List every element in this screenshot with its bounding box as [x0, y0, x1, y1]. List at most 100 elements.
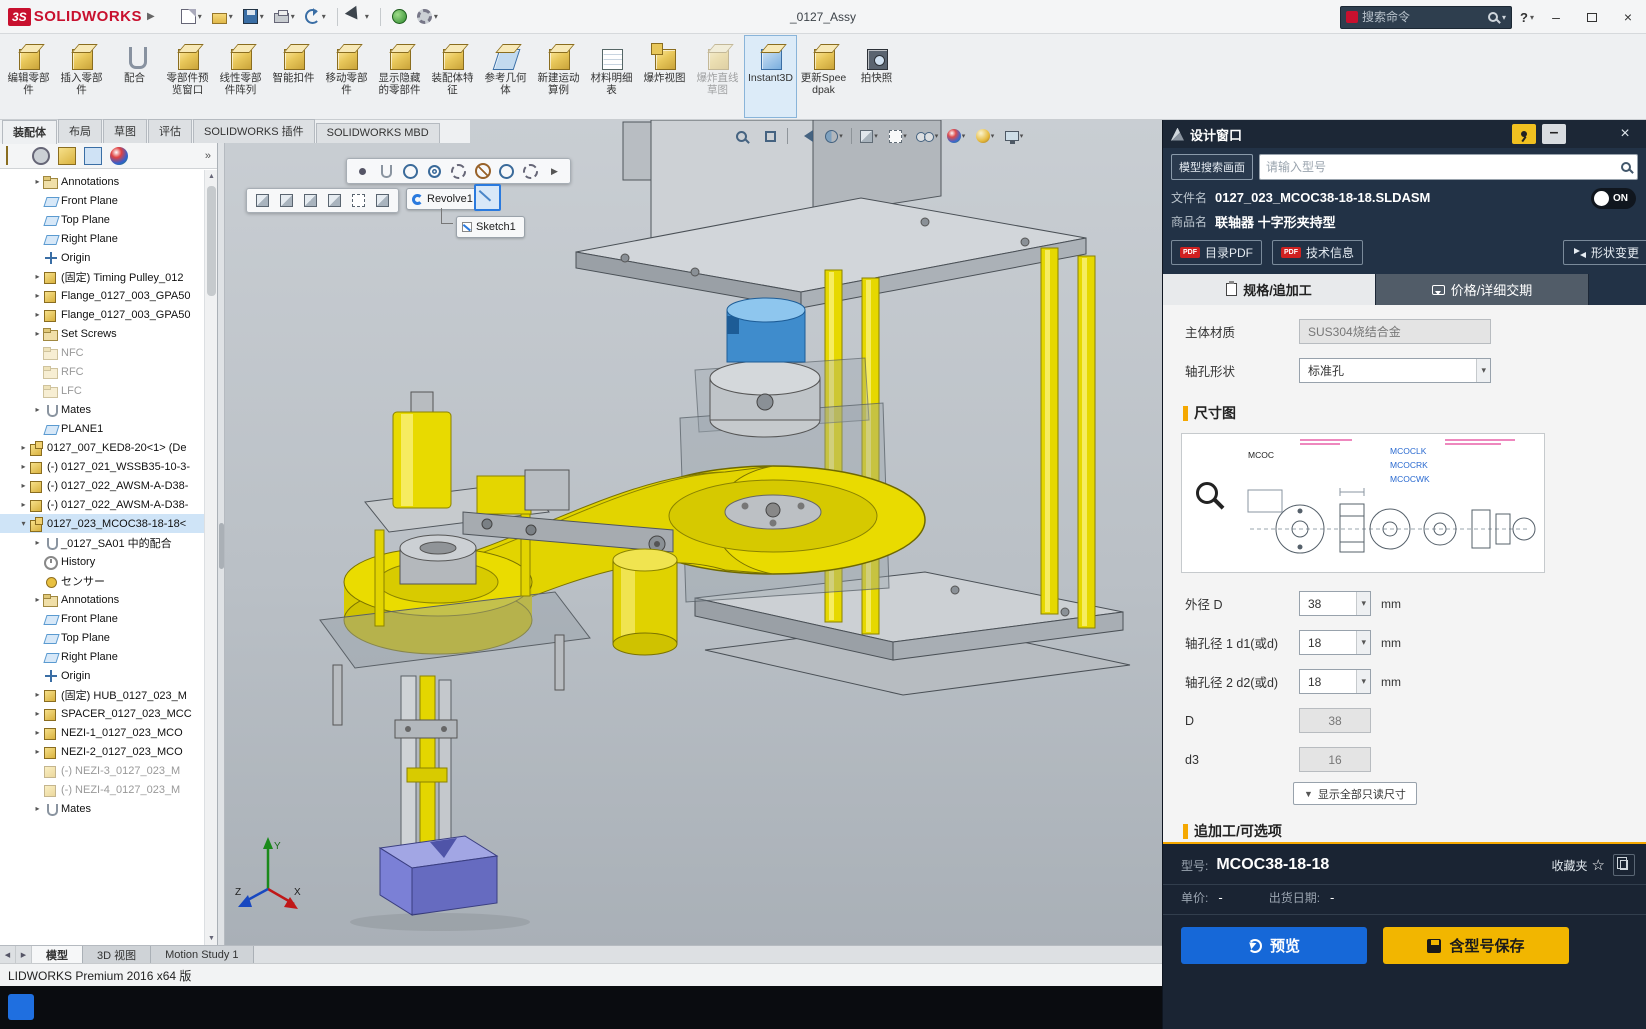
section-view-icon[interactable]: ▾ — [822, 125, 846, 147]
isometric-view-icon[interactable] — [252, 191, 273, 211]
sketch-chip[interactable]: Sketch1 — [456, 216, 525, 238]
zoom-area-icon[interactable] — [758, 125, 782, 147]
expand-arrow-icon[interactable]: ▾ — [18, 519, 29, 528]
panel-minimize-button[interactable]: – — [1542, 124, 1566, 144]
tree-item-part[interactable]: (-) NEZI-3_0127_023_M — [0, 761, 204, 780]
view-tab[interactable]: 3D 视图 — [83, 946, 152, 963]
mate-icon[interactable] — [376, 161, 397, 181]
expand-arrow-icon[interactable]: ▸ — [32, 329, 43, 338]
save-with-model-button[interactable]: 含型号保存 — [1383, 927, 1569, 964]
scroll-up-icon[interactable]: ▲ — [205, 170, 217, 183]
ribbon-button-snapshot[interactable]: 拍快照 — [850, 35, 903, 118]
expand-arrow-icon[interactable]: ▸ — [32, 804, 43, 813]
hide-show-items-icon[interactable]: ▾ — [915, 125, 939, 147]
save-button[interactable]: ▾ — [239, 6, 268, 27]
expand-arrow-icon[interactable]: ▸ — [32, 709, 43, 718]
command-search-input[interactable] — [1362, 10, 1485, 24]
expand-arrow-icon[interactable]: ▸ — [32, 747, 43, 756]
view-tab[interactable]: Motion Study 1 — [151, 946, 254, 963]
tree-item-plane[interactable]: Front Plane — [0, 609, 204, 628]
ribbon-button-motion-study[interactable]: 新建运动算例 — [532, 35, 585, 118]
splitter-handle[interactable] — [219, 523, 224, 569]
apply-scene-icon[interactable]: ▾ — [973, 125, 997, 147]
tree-item-folder[interactable]: LFC — [0, 381, 204, 400]
tree-item-asm[interactable]: ▾ 0127_023_MCOC38-18-18< — [0, 514, 204, 533]
tree-item-part[interactable]: (-) NEZI-4_0127_023_M — [0, 780, 204, 799]
advanced-mate-icon[interactable] — [520, 161, 541, 181]
ribbon-button-assembly-features[interactable]: 装配体特征 — [426, 35, 479, 118]
ribbon-button-component-preview[interactable]: 零部件预览窗口 — [161, 35, 214, 118]
3d-viewport[interactable]: ▾ ▾ ▾ ▾ ▾ ▾ ▾ ▶ Revolve1 Sketch1 Y X Z — [225, 120, 1162, 945]
show-all-dims-button[interactable]: ▼ 显示全部只读尺寸 — [1293, 782, 1417, 805]
tree-item-folder-a[interactable]: ▸ Annotations — [0, 172, 204, 191]
featuremanager-tab[interactable] — [6, 145, 24, 165]
tab-scroll-left-icon[interactable]: ◀ — [0, 946, 16, 963]
zoom-drawing-button[interactable] — [1196, 482, 1218, 509]
expand-arrow-icon[interactable]: ▸ — [32, 310, 43, 319]
search-icon[interactable] — [1488, 12, 1499, 22]
tree-item-part[interactable]: ▸ NEZI-2_0127_023_MCO — [0, 742, 204, 761]
view-orientation-icon[interactable]: ▾ — [857, 125, 881, 147]
tree-item-sensor[interactable]: センサー — [0, 571, 204, 590]
command-search[interactable]: ▾ — [1340, 5, 1513, 29]
expand-arrow-icon[interactable]: ▸ — [32, 538, 43, 547]
tab-scroll-right-icon[interactable]: ▶ — [16, 946, 32, 963]
tree-item-plane[interactable]: PLANE1 — [0, 419, 204, 438]
minimize-button[interactable]: – — [1542, 2, 1570, 32]
configurationmanager-tab-icon[interactable] — [58, 146, 76, 165]
pin-icon[interactable] — [352, 161, 373, 181]
ribbon-button-show-hidden[interactable]: 显示隐藏的零部件 — [373, 35, 426, 118]
expand-arrow-icon[interactable]: ▸ — [32, 690, 43, 699]
tab-price[interactable]: 价格/详细交期 — [1376, 274, 1589, 305]
wireframe-view-icon[interactable] — [348, 191, 369, 211]
ribbon-button-linear-pattern[interactable]: 线性零部件阵列 — [214, 35, 267, 118]
expand-arrow-icon[interactable]: ▸ — [32, 405, 43, 414]
tree-item-clip[interactable]: ▸ Mates — [0, 799, 204, 818]
catalog-pdf-button[interactable]: PDF 目录PDF — [1171, 240, 1263, 265]
hole-shape-select[interactable]: 标准孔 ▾ — [1299, 358, 1491, 383]
tree-item-folder[interactable]: RFC — [0, 362, 204, 381]
tree-item-clip[interactable]: ▸ _0127_SA01 中的配合 — [0, 533, 204, 552]
tree-item-part[interactable]: ▸ (-) 0127_021_WSSB35-10-3- — [0, 457, 204, 476]
propertymanager-tab-icon[interactable] — [32, 146, 50, 165]
ribbon-button-edit-component[interactable]: 编辑零部件 — [2, 35, 55, 118]
expand-arrow-icon[interactable]: ▸ — [32, 272, 43, 281]
tree-item-plane[interactable]: Right Plane — [0, 647, 204, 666]
expand-arrow-icon[interactable]: ▸ — [32, 595, 43, 604]
new-document-button[interactable]: ▾ — [177, 6, 206, 27]
display-style-icon[interactable]: ▾ — [886, 125, 910, 147]
ribbon-button-explode-lines[interactable]: 爆炸直线草图 — [691, 35, 744, 118]
pin-button[interactable] — [1512, 124, 1536, 144]
tree-item-plane[interactable]: Right Plane — [0, 229, 204, 248]
ribbon-button-exploded-view[interactable]: 爆炸视图 — [638, 35, 691, 118]
select-tool-button[interactable]: ▾ — [344, 4, 373, 30]
tab-spec[interactable]: 规格/追加工 — [1163, 274, 1376, 305]
panel-splitter[interactable] — [218, 143, 225, 945]
model-number-field[interactable] — [1259, 154, 1638, 180]
command-tab[interactable]: SOLIDWORKS 插件 — [193, 119, 315, 143]
solidworks-logo[interactable]: 3S SOLIDWORKS ▶ — [0, 7, 163, 26]
tree-item-part[interactable]: ▸ Flange_0127_003_GPA50 — [0, 286, 204, 305]
maximize-button[interactable] — [1587, 12, 1597, 22]
tree-item-part[interactable]: ▸ SPACER_0127_023_MCC — [0, 704, 204, 723]
dimension-select[interactable]: 18 ▾ — [1299, 669, 1371, 694]
command-tab[interactable]: 布局 — [58, 119, 102, 143]
scrollbar-thumb[interactable] — [207, 186, 216, 296]
tree-item-folder[interactable]: NFC — [0, 343, 204, 362]
tree-item-part[interactable]: ▸ NEZI-1_0127_023_MCO — [0, 723, 204, 742]
options-button[interactable]: ▾ — [413, 6, 442, 27]
ribbon-button-instant3d[interactable]: Instant3D — [744, 35, 797, 118]
revolve-feature-chip[interactable]: Revolve1 — [406, 188, 482, 210]
undo-button[interactable]: ▾ — [301, 6, 330, 27]
expand-arrow-icon[interactable]: ▸ — [32, 728, 43, 737]
dimension-select[interactable]: 18 ▾ — [1299, 630, 1371, 655]
selected-sketch-box[interactable] — [474, 184, 501, 211]
top-view-icon[interactable] — [300, 191, 321, 211]
zoom-fit-icon[interactable] — [729, 125, 753, 147]
taskbar-app-icon[interactable] — [8, 994, 34, 1020]
panel-on-toggle[interactable]: ON — [1591, 188, 1636, 209]
copy-button[interactable] — [1613, 854, 1635, 876]
ribbon-button-move-component[interactable]: 移动零部件 — [320, 35, 373, 118]
favorites-button[interactable]: 收藏夹 ☆ — [1552, 856, 1605, 874]
view-tab[interactable]: 模型 — [32, 946, 83, 963]
